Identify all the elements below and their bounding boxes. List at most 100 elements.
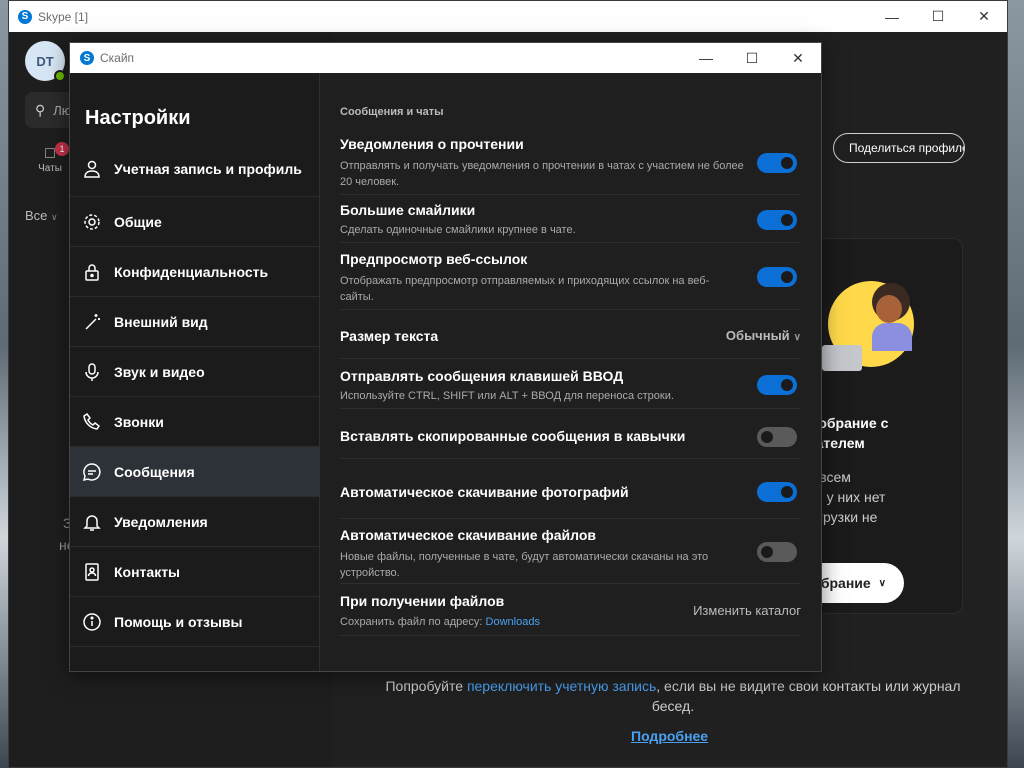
settings-nav-list: Учетная запись и профиль Общие Конфиденц… — [70, 141, 320, 647]
large-emoticons-toggle[interactable] — [757, 210, 797, 230]
setting-label: Предпросмотр веб-ссылок — [340, 251, 528, 267]
nav-label: Общие — [114, 213, 162, 230]
avatar-initials: DT — [36, 53, 54, 69]
setting-receive-files: При получении файлов Сохранить файл по а… — [340, 592, 801, 636]
nav-item-messages[interactable]: Сообщения — [70, 447, 320, 497]
tab-chats[interactable]: □ 1 Чаты — [35, 142, 69, 174]
nav-item-notifications[interactable]: Уведомления — [70, 497, 320, 547]
nav-label: Сообщения — [114, 463, 195, 480]
nav-label: Помощь и отзывы — [114, 613, 243, 630]
setting-auto-files: Автоматическое скачивание файлов Новые ф… — [340, 526, 801, 584]
filter-dropdown[interactable]: Все ∨ — [25, 208, 58, 223]
save-path-prefix: Сохранить файл по адресу: — [340, 616, 486, 628]
main-titlebar: S Skype [1] — ☐ ✕ — [9, 1, 1007, 32]
learn-more-link[interactable]: Подробнее — [631, 728, 708, 744]
settings-nav: Настройки Учетная запись и профиль Общие… — [70, 73, 320, 671]
setting-label: Уведомления о прочтении — [340, 136, 524, 152]
nav-item-privacy[interactable]: Конфиденциальность — [70, 247, 320, 297]
setting-read-receipts: Уведомления о прочтении Отправлять и пол… — [340, 135, 801, 195]
setting-description: Отправлять и получать уведомления о проч… — [340, 160, 744, 188]
chevron-down-icon: ∨ — [878, 577, 886, 589]
setting-text-size: Размер текста Обычный ∨ — [340, 325, 801, 359]
filter-label: Все — [25, 208, 48, 223]
close-icon[interactable]: ✕ — [961, 1, 1007, 32]
enter-send-toggle[interactable] — [757, 375, 797, 395]
setting-description: Новые файлы, полученные в чате, будут ав… — [340, 551, 709, 579]
close-icon[interactable]: ✕ — [775, 43, 821, 73]
microphone-icon — [70, 362, 114, 382]
minimize-icon[interactable]: — — [683, 43, 729, 73]
setting-label: Вставлять скопированные сообщения в кавы… — [340, 428, 686, 444]
search-icon: ⚲ — [35, 101, 46, 118]
text-size-value: Обычный — [725, 328, 790, 343]
info-icon — [70, 612, 114, 632]
nav-label: Звук и видео — [114, 363, 205, 380]
settings-dialog: S Скайп — ☐ ✕ Настройки Учетная запись и… — [69, 42, 822, 672]
nav-item-help[interactable]: Помощь и отзывы — [70, 597, 320, 647]
minimize-icon[interactable]: — — [869, 1, 915, 32]
auto-photos-toggle[interactable] — [757, 482, 797, 502]
text-size-dropdown[interactable]: Обычный ∨ — [726, 328, 801, 343]
settings-titlebar: S Скайп — ☐ ✕ — [70, 43, 821, 73]
setting-enter-send: Отправлять сообщения клавишей ВВОД Испол… — [340, 367, 801, 409]
nav-item-appearance[interactable]: Внешний вид — [70, 297, 320, 347]
setting-label: Автоматическое скачивание фотографий — [340, 484, 629, 500]
nav-label: Уведомления — [114, 513, 208, 530]
nav-item-general[interactable]: Общие — [70, 197, 320, 247]
meet-now-card: те собрание с зователем ние всем если у … — [803, 238, 963, 614]
settings-content: Сообщения и чаты Уведомления о прочтении… — [321, 73, 821, 671]
avatar[interactable]: DT — [25, 41, 66, 82]
setting-paste-quotes: Вставлять скопированные сообщения в кавы… — [340, 427, 801, 459]
nav-item-audio-video[interactable]: Звук и видео — [70, 347, 320, 397]
switch-account-hint: Попробуйте переключить учетную запись, е… — [373, 676, 973, 716]
bell-icon — [70, 512, 114, 532]
nav-item-calls[interactable]: Звонки — [70, 397, 320, 447]
settings-window-controls: — ☐ ✕ — [683, 43, 821, 74]
meeting-illustration — [822, 267, 948, 377]
settings-heading: Настройки — [85, 107, 191, 129]
paste-quotes-toggle[interactable] — [757, 427, 797, 447]
change-folder-button[interactable]: Изменить каталог — [693, 603, 801, 618]
settings-dialog-title: Скайп — [100, 51, 135, 65]
setting-web-preview: Предпросмотр веб-ссылок Отображать предп… — [340, 250, 801, 310]
share-profile-button[interactable]: Поделиться профиле — [833, 133, 965, 163]
read-receipts-toggle[interactable] — [757, 153, 797, 173]
main-window-controls: — ☐ ✕ — [869, 1, 1007, 32]
maximize-icon[interactable]: ☐ — [915, 1, 961, 32]
auto-files-toggle[interactable] — [757, 542, 797, 562]
chat-icon — [70, 462, 114, 482]
nav-label: Конфиденциальность — [114, 263, 269, 280]
maximize-icon[interactable]: ☐ — [729, 43, 775, 73]
phone-icon — [70, 412, 114, 432]
setting-auto-photos: Автоматическое скачивание фотографий — [340, 482, 801, 519]
setting-label: Отправлять сообщения клавишей ВВОД — [340, 368, 624, 384]
web-preview-toggle[interactable] — [757, 267, 797, 287]
nav-item-contacts[interactable]: Контакты — [70, 547, 320, 597]
person-icon — [70, 159, 114, 179]
switch-account-link[interactable]: переключить учетную запись — [467, 678, 656, 694]
chevron-down-icon: ∨ — [793, 332, 801, 343]
setting-description: Используйте CTRL, SHIFT или ALT + ВВОД д… — [340, 390, 674, 402]
chevron-down-icon: ∨ — [51, 212, 58, 222]
setting-description: Сохранить файл по адресу: Downloads — [340, 614, 750, 630]
lock-icon — [70, 262, 114, 282]
switch-hint-prefix: Попробуйте — [385, 678, 467, 694]
nav-label: Звонки — [114, 413, 164, 430]
section-title: Сообщения и чаты — [340, 106, 444, 118]
nav-label: Внешний вид — [114, 313, 208, 330]
magic-wand-icon — [70, 312, 114, 332]
chats-badge: 1 — [55, 142, 69, 156]
setting-description: Сделать одиночные смайлики крупнее в чат… — [340, 224, 576, 236]
switch-hint-suffix: , если вы не видите свои контакты или жу… — [651, 678, 961, 714]
setting-description: Отображать предпросмотр отправляемых и п… — [340, 275, 710, 303]
contact-book-icon — [70, 562, 114, 582]
setting-label: Большие смайлики — [340, 202, 476, 218]
chats-label: Чаты — [38, 163, 62, 174]
setting-large-emoticons: Большие смайлики Сделать одиночные смайл… — [340, 201, 801, 243]
nav-item-account[interactable]: Учетная запись и профиль — [70, 141, 320, 197]
skype-logo-icon: S — [18, 9, 32, 24]
skype-logo-icon: S — [80, 51, 94, 65]
nav-label: Учетная запись и профиль — [114, 160, 302, 177]
gear-icon — [70, 212, 114, 232]
downloads-folder-link[interactable]: Downloads — [486, 616, 540, 628]
